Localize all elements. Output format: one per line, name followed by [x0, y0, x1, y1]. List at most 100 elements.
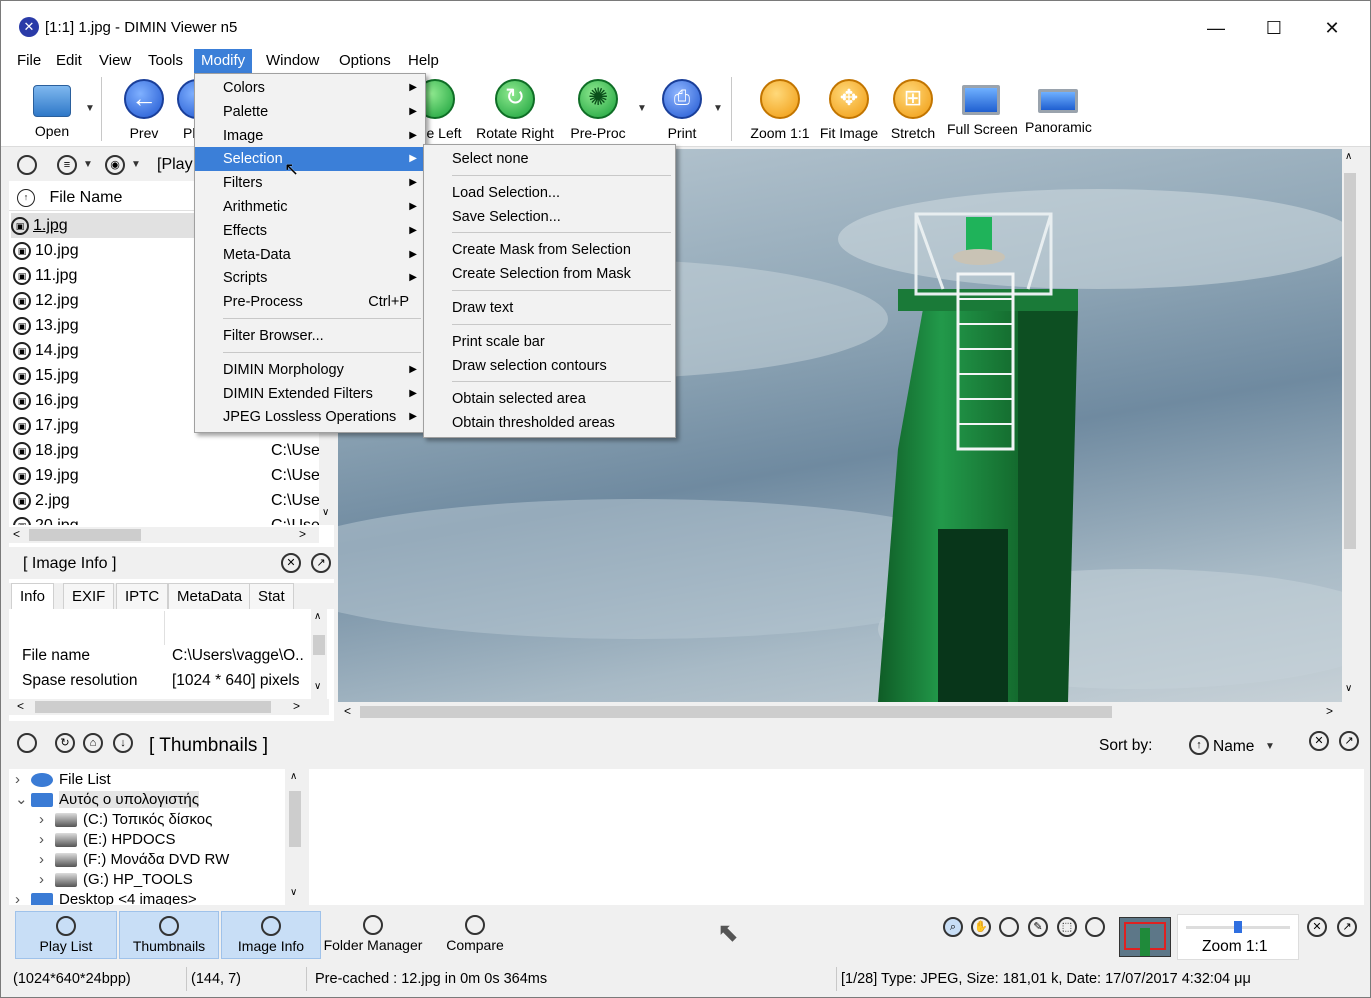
- scroll-right-icon[interactable]: >: [293, 699, 300, 713]
- canvas-vscroll[interactable]: ∧ ∨: [1342, 149, 1358, 702]
- menu-item-draw-text[interactable]: Draw text: [424, 296, 675, 320]
- preproc-button[interactable]: ✺ Pre-Proc: [569, 77, 627, 141]
- tab-stat[interactable]: Stat: [249, 583, 294, 609]
- refresh-icon[interactable]: ↻: [55, 733, 75, 753]
- scroll-down-icon[interactable]: ∨: [290, 887, 297, 898]
- folder-manager-button[interactable]: Folder Manager: [323, 911, 423, 959]
- scroll-up-icon[interactable]: ∧: [290, 771, 297, 782]
- menu-item-effects[interactable]: Effects ▶: [195, 219, 425, 243]
- tab-exif[interactable]: EXIF: [63, 583, 115, 609]
- menu-item-image[interactable]: Image ▶: [195, 124, 425, 148]
- menu-item-colors[interactable]: Colors ▶: [195, 76, 425, 100]
- info-vscroll[interactable]: ∧ ∨: [311, 609, 327, 699]
- tab-metadata[interactable]: MetaData: [168, 583, 252, 609]
- menu-item-filter-browser[interactable]: Filter Browser...: [195, 324, 425, 348]
- scroll-left-icon[interactable]: <: [17, 699, 24, 713]
- menu-item-scripts[interactable]: Scripts ▶: [195, 266, 425, 290]
- scroll-thumb[interactable]: [313, 635, 325, 655]
- maximize-button[interactable]: ☐: [1251, 13, 1297, 43]
- scroll-thumb[interactable]: [35, 701, 271, 713]
- menu-item-print-scale-bar[interactable]: Print scale bar: [424, 330, 675, 354]
- expand-icon[interactable]: ›: [39, 850, 55, 870]
- menu-item-arithmetic[interactable]: Arithmetic ▶: [195, 195, 425, 219]
- target-dropdown-icon[interactable]: ▼: [131, 159, 141, 170]
- home-icon[interactable]: ⌂: [83, 733, 103, 753]
- panel-icon[interactable]: [17, 733, 37, 753]
- menu-item-meta-data[interactable]: Meta-Data ▶: [195, 243, 425, 267]
- menu-item-create-selection-from-mask[interactable]: Create Selection from Mask: [424, 262, 675, 286]
- stretch-button[interactable]: ⊞ Stretch: [889, 77, 937, 141]
- thumbnails-button[interactable]: Thumbnails: [119, 911, 219, 959]
- menu-window[interactable]: Window: [259, 49, 326, 73]
- expand-icon[interactable]: ›: [39, 830, 55, 850]
- lasso-tool-icon[interactable]: [1085, 917, 1105, 937]
- play-button[interactable]: Pl: [177, 77, 195, 141]
- ruler-tool-icon[interactable]: [999, 917, 1019, 937]
- menu-item-draw-selection-contours[interactable]: Draw selection contours: [424, 354, 675, 378]
- zoom-1-1-button[interactable]: Zoom 1:1: [749, 77, 811, 141]
- open-button[interactable]: Open: [29, 77, 75, 139]
- close-panel-icon[interactable]: ✕: [1309, 731, 1329, 751]
- scroll-down-icon[interactable]: ∨: [1345, 683, 1352, 694]
- open-dropdown-icon[interactable]: ▼: [85, 103, 95, 114]
- file-row[interactable]: ▣ 2.jpg C:\Use: [13, 488, 319, 513]
- tree-vscroll[interactable]: ∧ ∨: [287, 769, 303, 905]
- menu-item-jpeg-lossless-operations[interactable]: JPEG Lossless Operations ▶: [195, 405, 425, 429]
- scroll-right-icon[interactable]: >: [299, 527, 306, 541]
- print-dropdown-icon[interactable]: ▼: [713, 103, 723, 114]
- compare-button[interactable]: Compare: [431, 911, 519, 959]
- list-icon[interactable]: ≡: [57, 155, 77, 175]
- select-rect-icon[interactable]: ⬚: [1057, 917, 1077, 937]
- menu-view[interactable]: View: [92, 49, 138, 73]
- expand-icon[interactable]: ›: [39, 870, 55, 890]
- scroll-down-icon[interactable]: ∨: [314, 681, 321, 692]
- undock-icon[interactable]: ↗: [311, 553, 331, 573]
- fit-image-button[interactable]: ✥ Fit Image: [819, 77, 879, 141]
- tree-item[interactable]: › (F:) Μονάδα DVD RW: [39, 850, 229, 870]
- menu-item-load-selection[interactable]: Load Selection...: [424, 181, 675, 205]
- panel-icon[interactable]: [17, 155, 37, 175]
- image-info-button[interactable]: Image Info: [221, 911, 321, 959]
- pencil-tool-icon[interactable]: ✎: [1028, 917, 1048, 937]
- zoom-tool-icon[interactable]: ⌕: [943, 917, 963, 937]
- sort-dropdown-icon[interactable]: ▼: [1265, 741, 1275, 752]
- expand-icon[interactable]: ›: [15, 890, 31, 905]
- close-panel-icon[interactable]: ✕: [1307, 917, 1327, 937]
- file-row[interactable]: ▣ 20.jpg C:\Use: [13, 513, 319, 525]
- minimize-button[interactable]: —: [1193, 13, 1239, 43]
- file-name-column[interactable]: File Name: [49, 189, 122, 206]
- undock-icon[interactable]: ↗: [1339, 731, 1359, 751]
- scroll-thumb[interactable]: [1344, 173, 1356, 549]
- collapse-icon[interactable]: ⌄: [15, 790, 31, 810]
- scroll-right-icon[interactable]: >: [1326, 704, 1333, 718]
- menu-item-palette[interactable]: Palette ▶: [195, 100, 425, 124]
- thumbnails-area[interactable]: [309, 769, 1364, 905]
- close-panel-icon[interactable]: ✕: [281, 553, 301, 573]
- rotate-right-button[interactable]: ↻ Rotate Right: [475, 77, 555, 141]
- panoramic-button[interactable]: Panoramic: [1025, 77, 1092, 135]
- menu-file[interactable]: File: [10, 49, 48, 73]
- tree-item[interactable]: › (G:) HP_TOOLS: [39, 870, 193, 890]
- rotate-left-button[interactable]: e Left: [415, 77, 467, 141]
- play-list-button[interactable]: Play List: [15, 911, 117, 959]
- menu-item-obtain-selected-area[interactable]: Obtain selected area: [424, 387, 675, 411]
- target-icon[interactable]: ◉: [105, 155, 125, 175]
- print-button[interactable]: ⎙ Print: [659, 77, 705, 141]
- file-row[interactable]: ▣ 19.jpg C:\Use: [13, 463, 319, 488]
- tab-info[interactable]: Info: [11, 583, 55, 609]
- menu-edit[interactable]: Edit: [49, 49, 89, 73]
- menu-item-pre-process[interactable]: Pre-Process Ctrl+P: [195, 290, 425, 314]
- close-button[interactable]: ✕: [1309, 13, 1355, 43]
- undock-icon[interactable]: ↗: [1337, 917, 1357, 937]
- menu-options[interactable]: Options: [332, 49, 398, 73]
- scroll-left-icon[interactable]: <: [13, 527, 20, 541]
- sort-value[interactable]: Name: [1213, 738, 1254, 756]
- tree-item[interactable]: › File List: [15, 770, 111, 790]
- menu-item-create-mask-from-selection[interactable]: Create Mask from Selection: [424, 238, 675, 262]
- menu-modify[interactable]: Modify: [194, 49, 253, 73]
- scroll-thumb[interactable]: [360, 706, 1112, 718]
- scroll-thumb[interactable]: [289, 791, 301, 847]
- scroll-down-icon[interactable]: ∨: [322, 507, 329, 518]
- tree-item[interactable]: › (C:) Τοπικός δίσκος: [39, 810, 212, 830]
- menu-item-dimin-morphology[interactable]: DIMIN Morphology ▶: [195, 358, 425, 382]
